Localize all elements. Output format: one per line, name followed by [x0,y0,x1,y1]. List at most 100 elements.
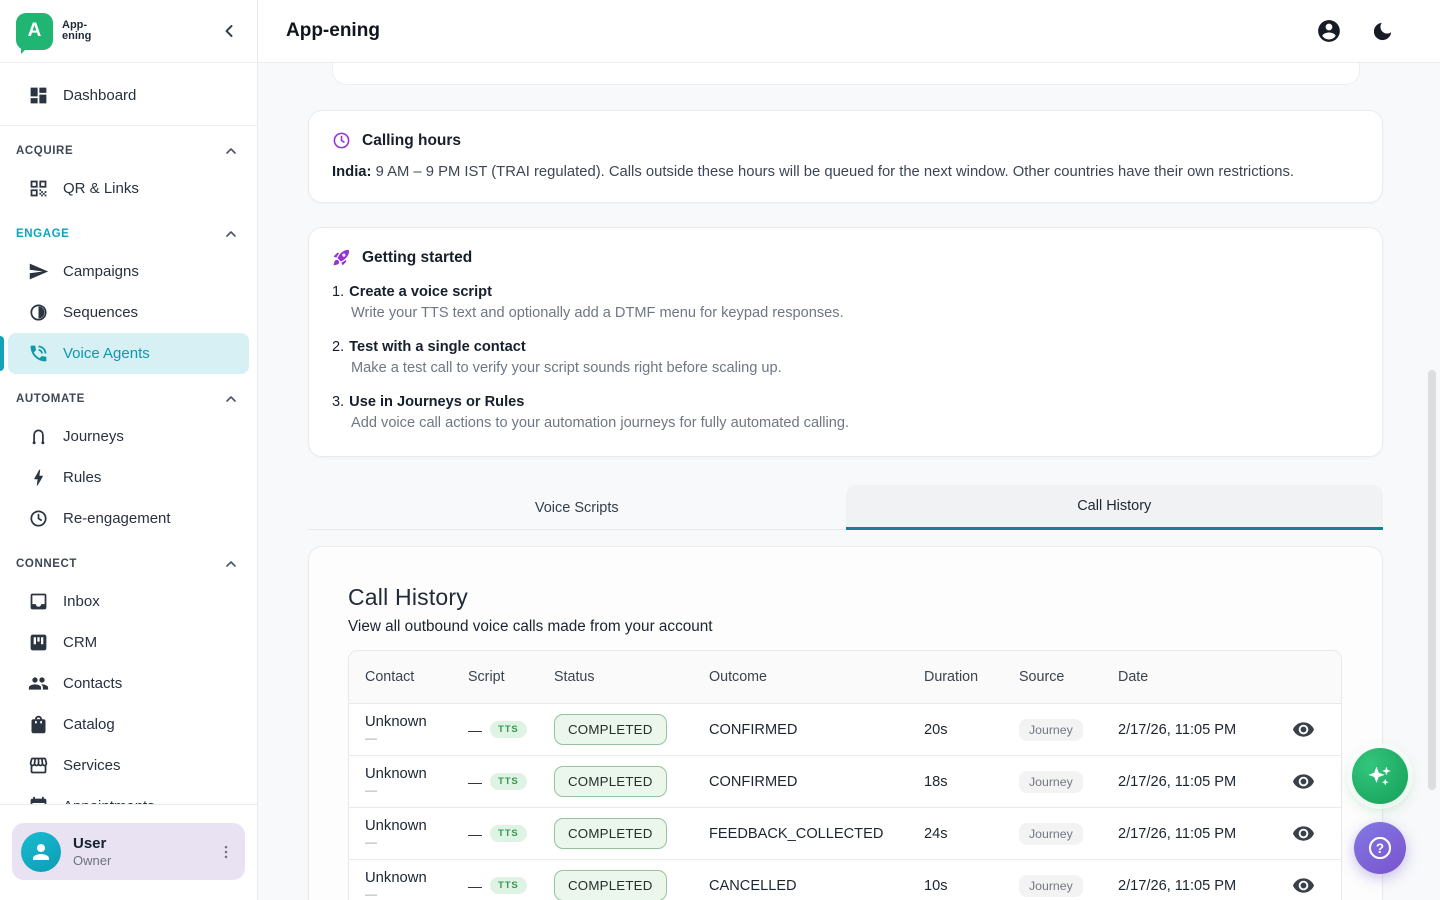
sidebar-item-inbox[interactable]: Inbox [0,581,257,622]
chevron-up-icon[interactable] [223,143,239,159]
phone-talk-icon [28,343,49,364]
sidebar-item-contacts[interactable]: Contacts [0,663,257,704]
table-header-row: Contact Script Status Outcome Duration S… [349,651,1341,703]
status-badge: COMPLETED [554,714,667,745]
rocket-icon [332,248,351,267]
section-header-connect: CONNECT [0,539,257,581]
step-3: 3.Use in Journeys or Rules Add voice cal… [332,394,1359,431]
calling-hours-title: Calling hours [362,132,461,150]
source-badge: Journey [1019,771,1083,793]
sparkles-icon [1366,762,1394,790]
table-row[interactable]: Unknown — — TTS COMPLETED CANCELLED 10s … [349,859,1341,900]
column-header: Script [452,669,538,685]
sidebar-item-journeys[interactable]: Journeys [0,416,257,457]
column-header: Duration [908,669,1003,685]
scrolled-card-bottom [332,63,1360,85]
tab-call-history[interactable]: Call History [846,485,1384,530]
section-header-acquire: ACQUIRE [0,126,257,168]
script-cell: — TTS [452,877,538,894]
tab-voice-scripts[interactable]: Voice Scripts [308,485,846,530]
table-row[interactable]: Unknown — — TTS COMPLETED FEEDBACK_COLLE… [349,807,1341,859]
script-cell: — TTS [452,825,538,842]
section-header-engage: ENGAGE [0,209,257,251]
outcome-cell: CANCELLED [693,878,908,894]
sidebar-item-services[interactable]: Services [0,745,257,786]
contact-cell: Unknown — [349,870,452,900]
script-cell: — TTS [452,773,538,790]
person-icon [29,840,53,864]
people-icon [28,673,49,694]
view-call-button[interactable] [1292,770,1315,793]
call-history-subtitle: View all outbound voice calls made from … [348,618,1342,636]
inbox-icon [28,591,49,612]
help-button[interactable]: ? [1354,822,1406,874]
script-cell: — TTS [452,721,538,738]
clock-icon [28,508,49,529]
account-circle-icon[interactable] [1316,18,1342,44]
sidebar-footer: User Owner [0,804,257,900]
kanban-icon [28,632,49,653]
tts-badge: TTS [490,721,527,738]
dark-mode-toggle-icon[interactable] [1371,20,1394,43]
contact-cell: Unknown — [349,714,452,745]
user-name: User [73,835,111,852]
sidebar: A App- ening Dashboard ACQUIRE QR & Link… [0,0,258,900]
sidebar-collapse-button[interactable] [219,21,239,41]
view-call-button[interactable] [1292,718,1315,741]
chevron-up-icon[interactable] [223,226,239,242]
contact-cell: Unknown — [349,818,452,849]
table-row[interactable]: Unknown — — TTS COMPLETED CONFIRMED 18s … [349,755,1341,807]
sidebar-item-dashboard[interactable]: Dashboard [0,75,257,116]
view-call-button[interactable] [1292,874,1315,897]
date-cell: 2/17/26, 11:05 PM [1102,774,1265,790]
user-role: Owner [73,853,111,868]
sidebar-item-appointments[interactable]: Appointments [0,786,257,804]
tts-badge: TTS [490,825,527,842]
date-cell: 2/17/26, 11:05 PM [1102,826,1265,842]
view-call-button[interactable] [1292,822,1315,845]
top-header: App-ening [258,0,1440,63]
sidebar-item-qr-links[interactable]: QR & Links [0,168,257,209]
date-cell: 2/17/26, 11:05 PM [1102,722,1265,738]
duration-cell: 20s [908,722,1003,738]
tab-bar: Voice Scripts Call History [308,485,1383,530]
sidebar-item-voice-agents[interactable]: Voice Agents [8,333,249,374]
main-area: App-ening Calling hours India: 9 AM – 9 … [258,0,1440,900]
getting-started-card: Getting started 1.Create a voice script … [308,227,1383,457]
call-history-table: Contact Script Status Outcome Duration S… [348,650,1342,900]
duration-cell: 24s [908,826,1003,842]
table-row[interactable]: Unknown — — TTS COMPLETED CONFIRMED 20s … [349,703,1341,755]
storefront-icon [28,755,49,776]
shopping-bag-icon [28,714,49,735]
sidebar-header: A App- ening [0,0,257,63]
user-avatar [21,832,61,872]
half-circle-icon [28,302,49,323]
clock-icon [332,131,351,150]
sidebar-item-catalog[interactable]: Catalog [0,704,257,745]
scrollbar-thumb[interactable] [1428,370,1436,790]
getting-started-steps: 1.Create a voice script Write your TTS t… [332,284,1359,431]
send-icon [28,261,49,282]
content: Calling hours India: 9 AM – 9 PM IST (TR… [258,63,1440,900]
date-cell: 2/17/26, 11:05 PM [1102,878,1265,894]
chevron-up-icon[interactable] [223,556,239,572]
ai-assistant-button[interactable] [1352,748,1408,804]
help-icon: ? [1366,834,1394,862]
step-1: 1.Create a voice script Write your TTS t… [332,284,1359,321]
user-profile-card[interactable]: User Owner [12,823,245,880]
column-header: Contact [349,669,452,685]
sidebar-nav: Dashboard ACQUIRE QR & Links ENGAGE Camp… [0,63,257,804]
sidebar-item-sequences[interactable]: Sequences [0,292,257,333]
status-badge: COMPLETED [554,870,667,900]
outcome-cell: CONFIRMED [693,774,908,790]
sidebar-item-crm[interactable]: CRM [0,622,257,663]
user-menu-button[interactable] [217,843,235,861]
tts-badge: TTS [490,773,527,790]
chevron-up-icon[interactable] [223,391,239,407]
sidebar-item-rules[interactable]: Rules [0,457,257,498]
sidebar-item-re-engagement[interactable]: Re-engagement [0,498,257,539]
call-history-card: Call History View all outbound voice cal… [308,546,1383,900]
svg-text:?: ? [1376,841,1384,856]
status-badge: COMPLETED [554,766,667,797]
sidebar-item-campaigns[interactable]: Campaigns [0,251,257,292]
